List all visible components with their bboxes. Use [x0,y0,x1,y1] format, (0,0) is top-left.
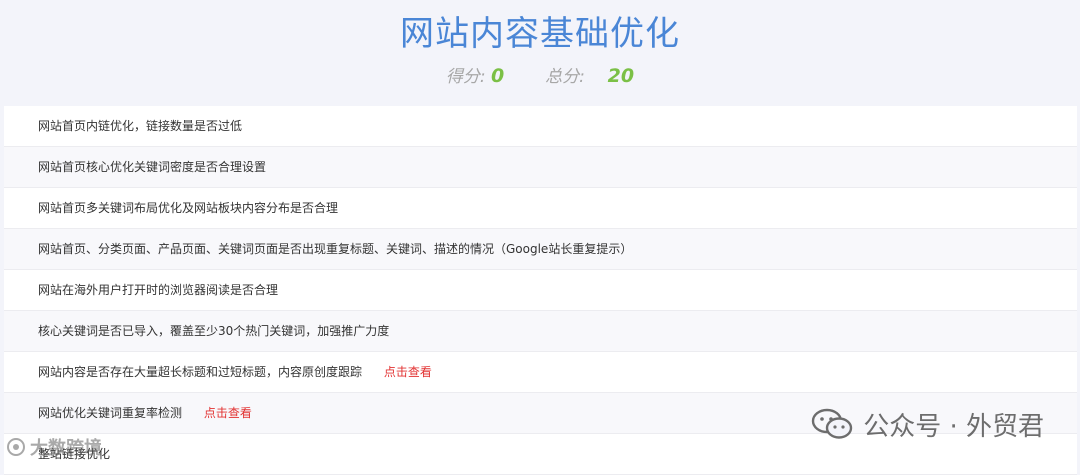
list-item-text: 网站首页内链优化，链接数量是否过低 [38,119,243,133]
list-item-text: 网站内容是否存在大量超长标题和过短标题，内容原创度跟踪 [38,365,363,379]
list-item: 网站内容是否存在大量超长标题和过短标题，内容原创度跟踪 点击查看 [4,352,1077,393]
total-label: 总分: [545,67,585,87]
page-title: 网站内容基础优化 [400,14,680,54]
wechat-watermark: 公众号 · 外贸君 [811,404,1044,444]
corner-watermark-text: 大数跨境 [30,438,102,459]
list-item-text: 网站在海外用户打开时的浏览器阅读是否合理 [38,283,279,297]
wechat-icon [812,408,853,439]
total-value: 20 [607,65,635,87]
list-item: 网站首页多关键词布局优化及网站板块内容分布是否合理 [4,188,1077,229]
list-item-text: 网站首页多关键词布局优化及网站板块内容分布是否合理 [38,201,339,215]
view-details-link[interactable]: 点击查看 [204,406,252,420]
corner-watermark: 大数跨境 [6,434,102,460]
view-details-link[interactable]: 点击查看 [384,365,432,379]
list-item: 网站首页、分类页面、产品页面、关键词页面是否出现重复标题、关键词、描述的情况（G… [4,229,1077,270]
list-item-text: 网站首页、分类页面、产品页面、关键词页面是否出现重复标题、关键词、描述的情况（G… [38,242,633,256]
list-item: 网站首页内链优化，链接数量是否过低 [4,106,1077,147]
list-item-text: 网站优化关键词重复率检测 [38,406,183,420]
header: 网站内容基础优化 得分: 0 总分: 20 [0,0,1080,106]
score-label: 得分: [445,67,486,87]
brand-logo-icon [7,438,25,456]
score-line: 得分: 0 总分: 20 [0,62,1080,87]
watermark-text: 公众号 · 外贸君 [863,411,1044,442]
list-item: 网站首页核心优化关键词密度是否合理设置 [4,147,1077,188]
score-value: 0 [491,65,505,87]
list-item: 网站在海外用户打开时的浏览器阅读是否合理 [4,270,1077,311]
list-item-text: 网站首页核心优化关键词密度是否合理设置 [38,160,267,174]
list-item: 核心关键词是否已导入，覆盖至少30个热门关键词，加强推广力度 [4,311,1077,352]
list-item-text: 核心关键词是否已导入，覆盖至少30个热门关键词，加强推广力度 [38,324,390,338]
